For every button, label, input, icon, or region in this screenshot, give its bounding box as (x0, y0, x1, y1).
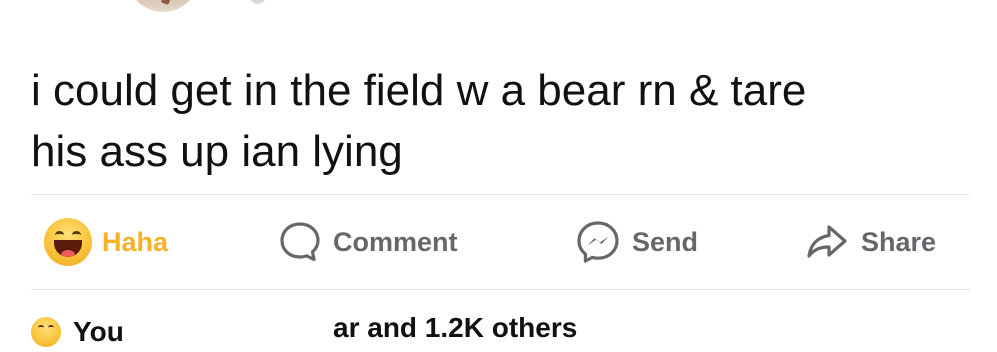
haha-mini-icon (31, 317, 61, 347)
reactions-summary[interactable]: You ar and 1.2K others (31, 312, 577, 352)
post-text: i could get in the field w a bear rn & t… (31, 66, 807, 176)
comment-label: Comment (333, 226, 458, 257)
post-actions-bar: Haha Comment Send Share (0, 216, 997, 268)
divider-bottom (31, 289, 970, 290)
divider-top (31, 194, 970, 195)
haha-emoji-icon (44, 218, 92, 266)
haha-reaction-button[interactable]: Haha (44, 216, 168, 268)
reaction-others: ar and 1.2K others (333, 312, 578, 343)
avatar-detail (160, 0, 174, 5)
send-button[interactable]: Send (574, 216, 698, 268)
share-label: Share (861, 226, 937, 257)
reaction-you: You (73, 316, 124, 347)
comment-button[interactable]: Comment (277, 216, 458, 268)
share-arrow-icon (803, 218, 851, 266)
comment-bubble-icon (277, 219, 323, 265)
messenger-icon (574, 218, 622, 266)
author-avatar[interactable] (127, 0, 199, 12)
haha-label: Haha (102, 226, 169, 257)
author-name-stub (250, 0, 266, 4)
share-button[interactable]: Share (803, 216, 936, 268)
send-label: Send (632, 226, 699, 257)
